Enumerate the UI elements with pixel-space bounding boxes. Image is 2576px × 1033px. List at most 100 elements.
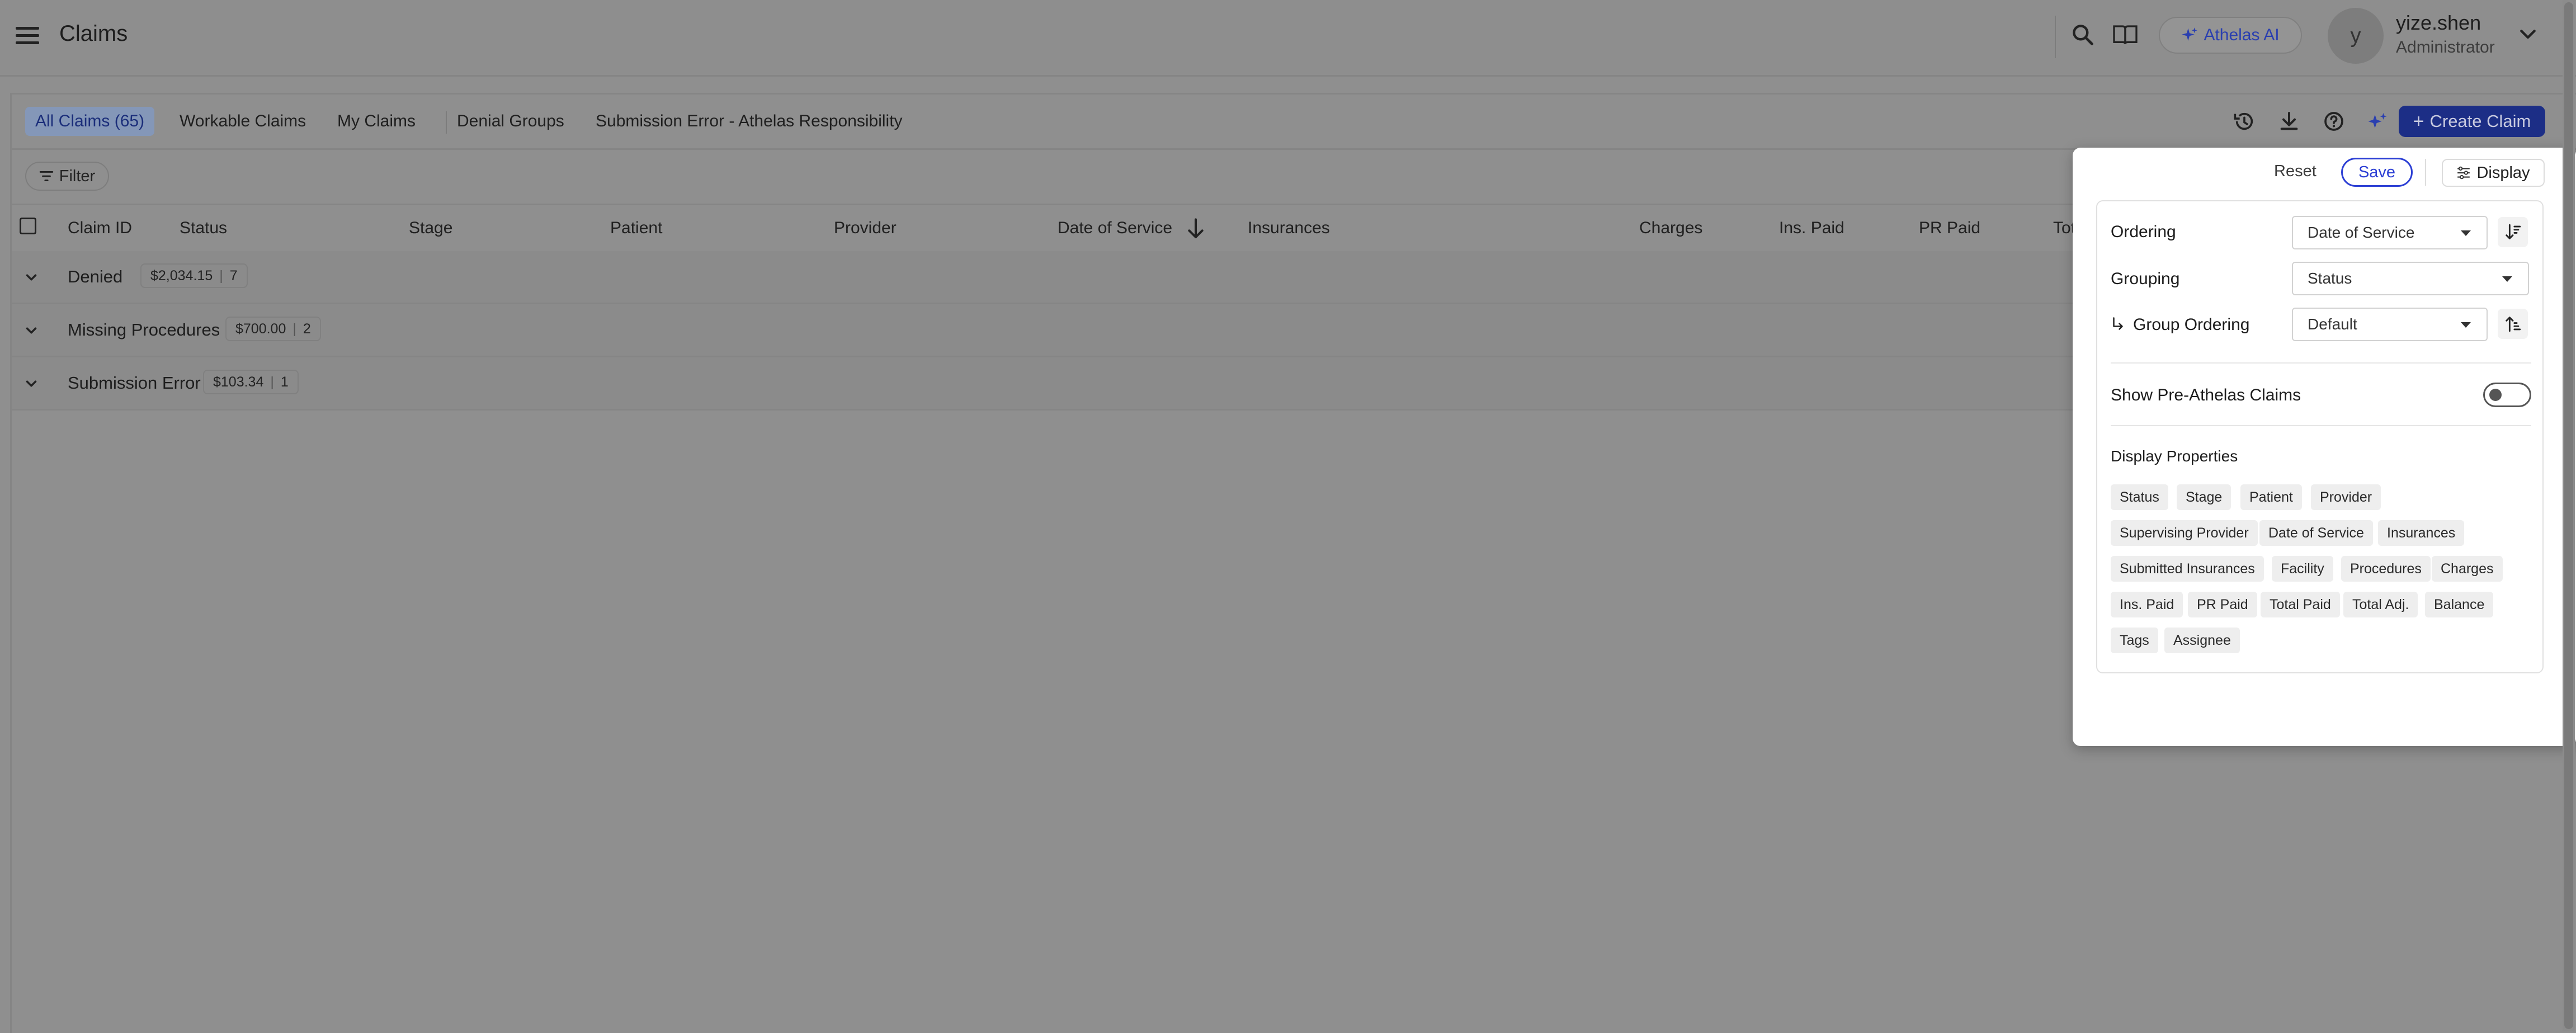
divider: [2111, 362, 2531, 364]
menu-icon[interactable]: [16, 27, 39, 44]
property-chip-ins-paid[interactable]: Ins. Paid: [2111, 592, 2183, 617]
tab-all-claims[interactable]: All Claims (65): [25, 107, 155, 136]
column-provider[interactable]: Provider: [834, 219, 897, 238]
group-amount: $700.00: [235, 320, 286, 337]
column-status[interactable]: Status: [180, 219, 227, 238]
group-summary-badge: $103.34 | 1: [203, 370, 299, 394]
property-chip-date-of-service[interactable]: Date of Service: [2259, 520, 2373, 546]
chevron-down-icon[interactable]: [23, 322, 40, 339]
caret-down-icon: [2502, 276, 2512, 282]
create-claim-button[interactable]: + Create Claim: [2399, 106, 2545, 137]
group-ordering-label: Group Ordering: [2133, 315, 2250, 334]
column-ins-paid[interactable]: Ins. Paid: [1779, 219, 1844, 238]
group-label: Denied: [68, 267, 123, 286]
display-button[interactable]: Display: [2442, 159, 2545, 187]
property-chip-total-adj[interactable]: Total Adj.: [2343, 592, 2418, 617]
group-ordering-direction-button[interactable]: [2498, 309, 2528, 339]
book-icon[interactable]: [2112, 23, 2139, 46]
tabs-bar: All Claims (65) Workable Claims My Claim…: [12, 95, 2576, 150]
property-chip-procedures[interactable]: Procedures: [2341, 556, 2431, 582]
column-pr-paid[interactable]: PR Paid: [1919, 219, 1980, 238]
ordering-select[interactable]: Date of Service: [2292, 216, 2488, 249]
group-count: 1: [280, 374, 289, 390]
tab-submission-error[interactable]: Submission Error - Athelas Responsibilit…: [596, 107, 903, 136]
arrow-down-icon[interactable]: [1186, 218, 1205, 240]
ordering-label: Ordering: [2111, 223, 2176, 241]
filter-button[interactable]: Filter: [25, 162, 109, 191]
grouping-label: Grouping: [2111, 270, 2180, 288]
filter-label: Filter: [59, 167, 96, 185]
property-chip-pr-paid[interactable]: PR Paid: [2188, 592, 2257, 617]
page-title: Claims: [59, 21, 128, 46]
property-chip-insurances[interactable]: Insurances: [2378, 520, 2465, 546]
group-count: 7: [229, 267, 238, 284]
property-chip-assignee[interactable]: Assignee: [2164, 628, 2240, 653]
property-chip-charges[interactable]: Charges: [2432, 556, 2503, 582]
search-icon[interactable]: [2070, 22, 2095, 47]
display-settings-panel: Reset Save Display Ordering Date of Serv…: [2073, 148, 2576, 746]
property-chip-patient[interactable]: Patient: [2240, 484, 2302, 510]
column-claim-id[interactable]: Claim ID: [68, 219, 132, 238]
pre-athelas-toggle[interactable]: [2483, 383, 2531, 407]
tab-divider: [446, 111, 447, 134]
group-amount: $2,034.15: [150, 267, 213, 284]
column-stage[interactable]: Stage: [409, 219, 452, 238]
property-chip-balance[interactable]: Balance: [2425, 592, 2494, 617]
panel-divider: [2425, 159, 2426, 186]
property-chip-tags[interactable]: Tags: [2111, 628, 2158, 653]
property-chip-total-paid[interactable]: Total Paid: [2261, 592, 2340, 617]
sparkle-icon: [2182, 27, 2198, 41]
chevron-down-icon[interactable]: [23, 375, 40, 392]
sliders-icon: [2457, 166, 2470, 180]
property-chip-stage[interactable]: Stage: [2177, 484, 2231, 510]
scrollbar-thumb[interactable]: [2564, 2, 2573, 1029]
tab-denial-groups[interactable]: Denial Groups: [457, 107, 564, 136]
tab-count: (65): [114, 112, 145, 130]
download-icon[interactable]: [2278, 110, 2300, 133]
column-insurances[interactable]: Insurances: [1248, 219, 1330, 238]
group-label: Missing Procedures: [68, 320, 220, 339]
chevron-down-icon[interactable]: [2517, 23, 2539, 46]
caret-down-icon: [2461, 322, 2471, 328]
grouping-value: Status: [2308, 270, 2352, 287]
reset-button[interactable]: Reset: [2274, 162, 2316, 181]
tab-my-claims[interactable]: My Claims: [337, 107, 416, 136]
pre-athelas-label: Show Pre-Athelas Claims: [2111, 386, 2301, 404]
athelas-ai-button[interactable]: Athelas AI: [2159, 17, 2302, 54]
select-all-checkbox[interactable]: [20, 218, 36, 234]
chevron-down-icon[interactable]: [23, 269, 40, 286]
group-ordering-row: Group Ordering: [2111, 315, 2249, 334]
property-chip-facility[interactable]: Facility: [2272, 556, 2333, 582]
display-label: Display: [2476, 163, 2530, 182]
grouping-select[interactable]: Status: [2292, 262, 2529, 295]
column-patient[interactable]: Patient: [610, 219, 662, 238]
header-divider: [2055, 16, 2056, 58]
property-chip-submitted-insurances[interactable]: Submitted Insurances: [2111, 556, 2264, 582]
sort-descending-icon: [2506, 224, 2521, 239]
group-summary-badge: $700.00 | 2: [225, 317, 321, 341]
property-chip-provider[interactable]: Provider: [2311, 484, 2381, 510]
ordering-direction-button[interactable]: [2498, 217, 2528, 247]
filter-icon: [39, 171, 54, 181]
user-role: Administrator: [2396, 38, 2495, 56]
column-date-of-service[interactable]: Date of Service: [1058, 219, 1172, 238]
plus-icon: +: [2413, 110, 2424, 132]
property-chip-status[interactable]: Status: [2111, 484, 2168, 510]
ordering-value: Date of Service: [2308, 224, 2415, 241]
sort-ascending-icon: [2506, 317, 2521, 332]
avatar[interactable]: y: [2328, 8, 2384, 64]
column-charges[interactable]: Charges: [1639, 219, 1702, 238]
subdirectory-arrow-icon: [2113, 317, 2123, 330]
help-icon[interactable]: [2323, 110, 2345, 133]
save-button[interactable]: Save: [2341, 158, 2413, 187]
tab-workable-claims[interactable]: Workable Claims: [180, 107, 306, 136]
ai-sparkle-icon[interactable]: [2367, 111, 2388, 131]
group-summary-badge: $2,034.15 | 7: [140, 263, 248, 288]
history-icon[interactable]: [2233, 110, 2256, 133]
create-claim-label: Create Claim: [2429, 111, 2531, 131]
group-ordering-select[interactable]: Default: [2292, 308, 2488, 341]
group-label: Submission Error: [68, 373, 201, 393]
page-scrollbar[interactable]: [2563, 0, 2575, 1031]
display-options: Ordering Date of Service Grouping Status…: [2096, 200, 2544, 673]
property-chip-supervising-provider[interactable]: Supervising Provider: [2111, 520, 2258, 546]
